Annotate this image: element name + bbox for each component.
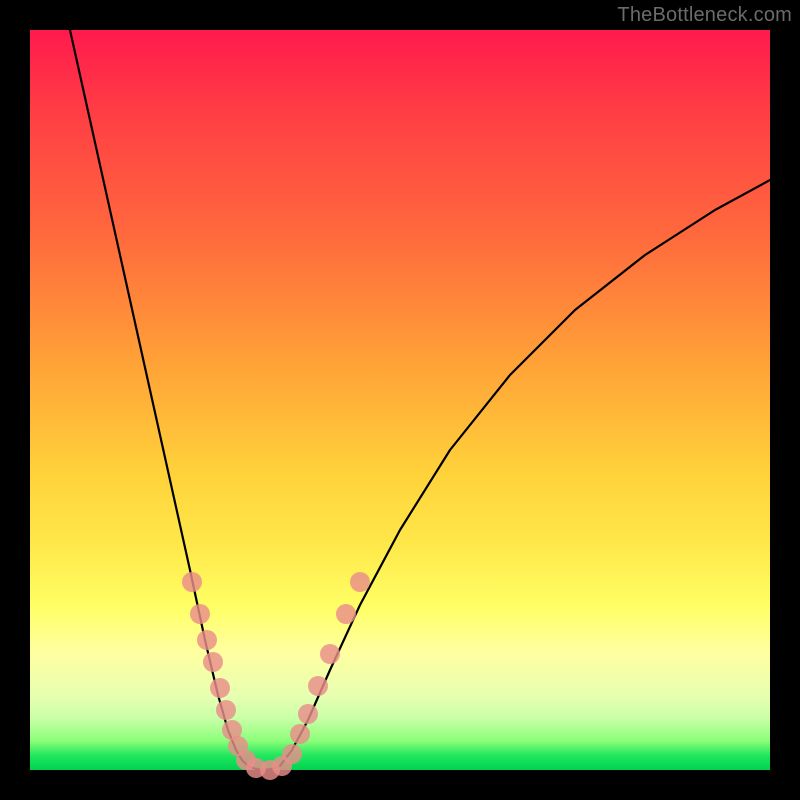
chart-plot-area <box>30 30 770 770</box>
curve-line <box>70 30 770 770</box>
chart-frame: TheBottleneck.com <box>0 0 800 800</box>
chart-svg <box>30 30 770 770</box>
watermark-text: TheBottleneck.com <box>617 4 792 27</box>
highlight-markers <box>182 572 370 780</box>
